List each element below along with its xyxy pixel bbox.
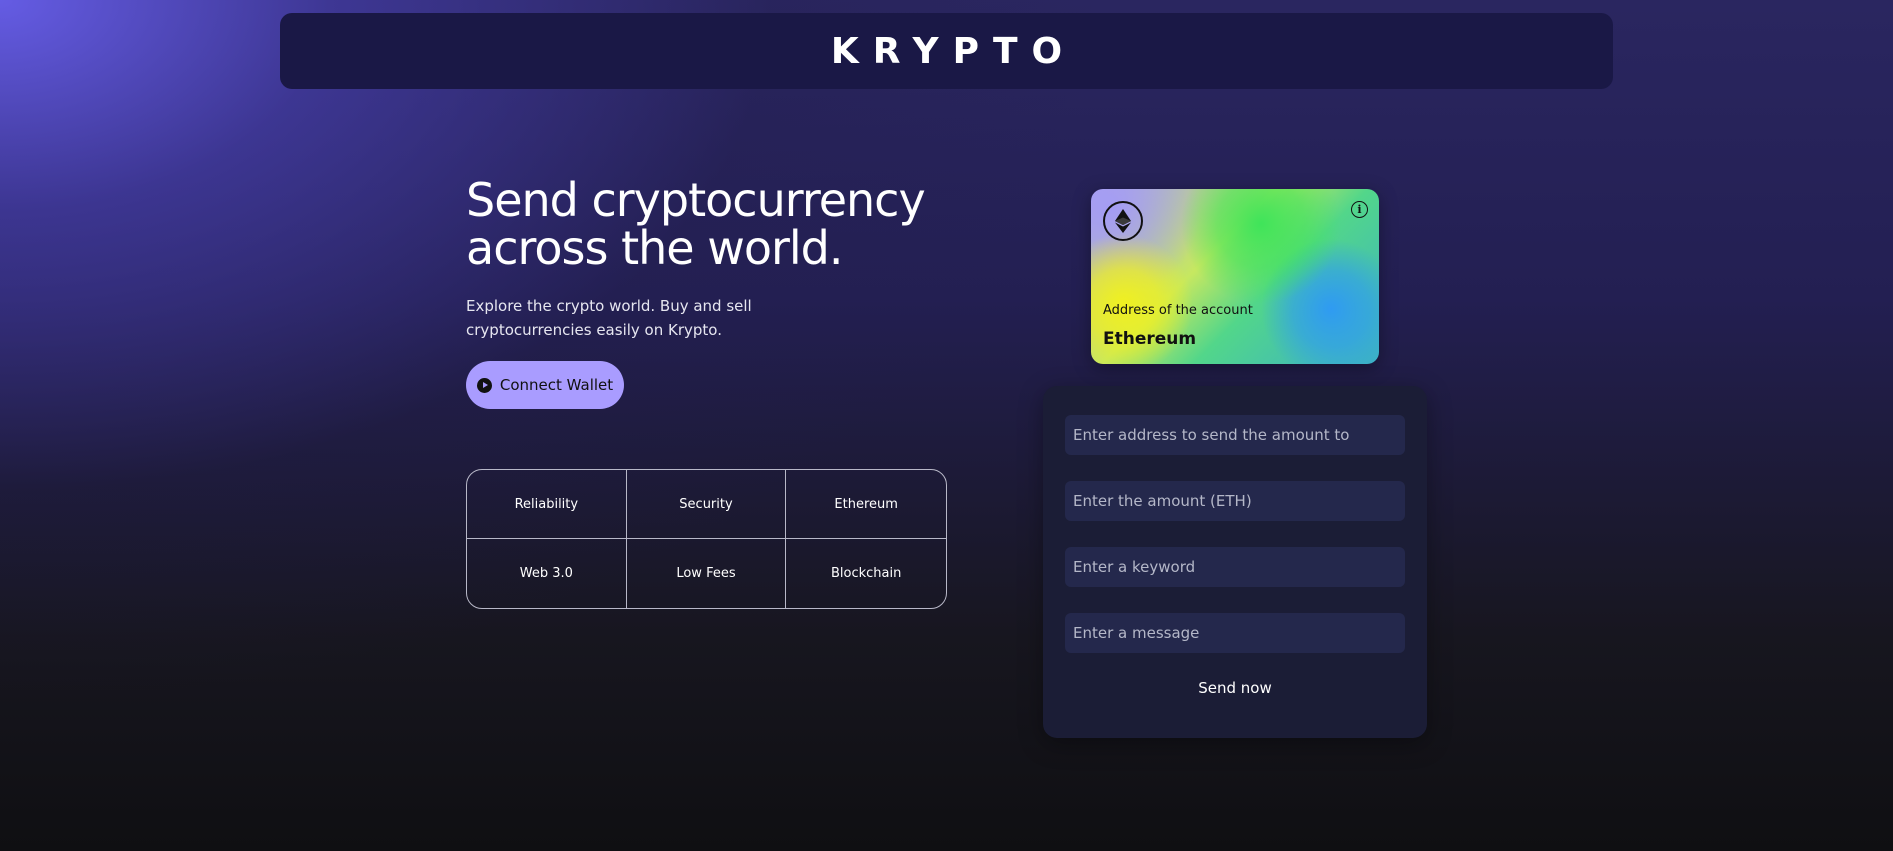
play-circle-icon	[476, 377, 492, 393]
ethereum-card: i Address of the account Ethereum	[1091, 189, 1379, 364]
keyword-input[interactable]	[1065, 547, 1405, 587]
send-now-button[interactable]: Send now	[1065, 670, 1405, 706]
info-icon[interactable]: i	[1351, 201, 1368, 218]
feature-blockchain: Blockchain	[830, 566, 902, 581]
features-grid: Reliability Security Ethereum Web 3.0 Lo…	[466, 469, 947, 609]
feature-web3: Web 3.0	[467, 539, 627, 608]
feature-reliability: Reliability	[467, 470, 627, 539]
feature-low-fees: Low Fees	[627, 539, 787, 608]
account-address-label: Address of the account	[1103, 303, 1253, 318]
network-name: Ethereum	[1103, 329, 1197, 349]
navbar: KRYPTO	[280, 13, 1613, 89]
hero-subtitle: Explore the crypto world. Buy and sell c…	[466, 297, 752, 339]
message-input[interactable]	[1065, 613, 1405, 653]
connect-wallet-label: Connect Wallet	[499, 376, 614, 394]
feature-security: Security	[626, 470, 787, 539]
connect-wallet-button[interactable]: Connect Wallet	[466, 361, 624, 409]
amount-input[interactable]	[1065, 481, 1405, 521]
feature-ethereum: Ethereum	[786, 470, 946, 539]
send-form: Send now	[1043, 386, 1427, 738]
ethereum-icon	[1103, 201, 1143, 241]
address-input[interactable]	[1065, 415, 1405, 455]
hero-title: Send cryptocurrency across the world.	[466, 173, 926, 275]
krypto-logo[interactable]: KRYPTO	[817, 31, 1076, 72]
